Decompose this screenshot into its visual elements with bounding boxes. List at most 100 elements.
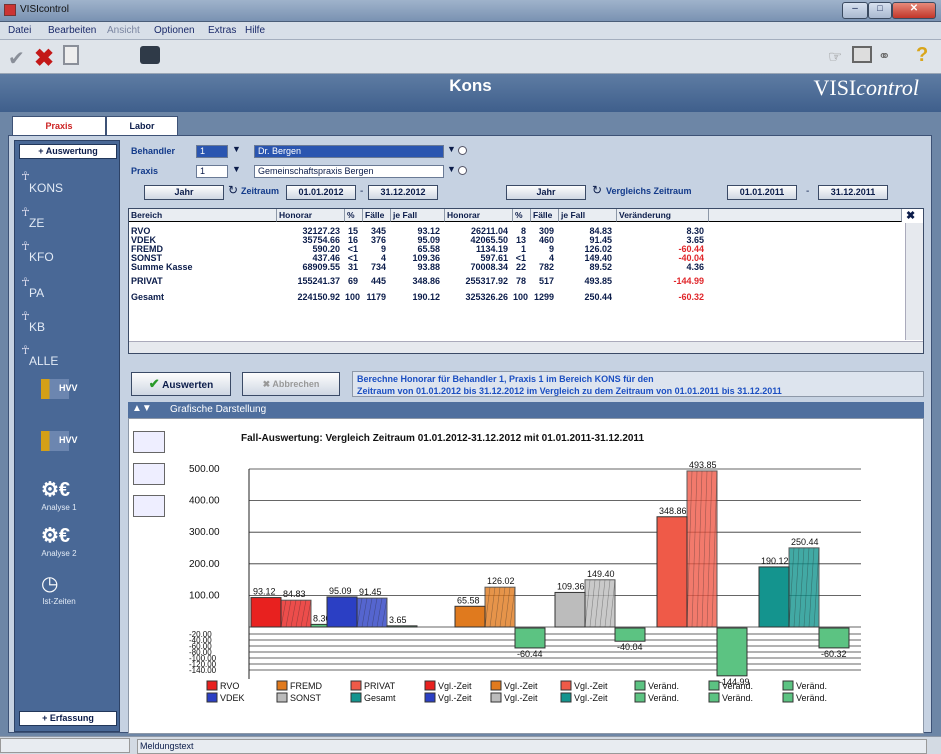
date-to-input[interactable]: 31.12.2012 xyxy=(368,185,438,200)
menu-extras[interactable]: Extras xyxy=(208,25,236,36)
erfassung-button[interactable]: + Erfassung xyxy=(19,711,117,726)
sidebar-item-hvv-1[interactable]: HVV xyxy=(15,379,121,419)
behandler-name-select[interactable]: Dr. Bergen xyxy=(254,145,444,158)
legend-swatch xyxy=(276,680,288,691)
table-row[interactable]: Summe Kasse 68909.55 31 734 93.88 70008.34 22 7… xyxy=(129,263,905,273)
menu-datei[interactable]: Datei xyxy=(8,25,31,36)
close-button[interactable]: ✕ xyxy=(892,2,936,19)
table-cell: 70008.34 xyxy=(470,262,508,272)
vertical-scrollbar[interactable] xyxy=(905,223,923,340)
table-row[interactable]: PRIVAT 155241.37 69 445 348.86 255317.92 78 517… xyxy=(129,277,905,287)
check-icon: ✔ xyxy=(148,376,160,391)
auswerten-button[interactable]: ✔ Auswerten xyxy=(131,372,231,396)
legend-swatch xyxy=(560,692,572,703)
col-header[interactable]: Fälle xyxy=(531,209,559,222)
page-header: Kons VISIcontrol xyxy=(0,74,941,112)
hand-icon[interactable]: ☞ xyxy=(828,47,842,67)
legend-swatch xyxy=(560,680,572,691)
sidebar-item-ze[interactable]: ☥ ZE xyxy=(15,205,121,237)
sidebar-item-alle[interactable]: ☥ ALLE xyxy=(15,343,121,375)
sidebar-item-kfo[interactable]: ☥ KFO xyxy=(15,239,121,271)
chart-title: Fall-Auswertung: Vergleich Zeitraum 01.0… xyxy=(241,433,644,444)
col-header[interactable]: Veränderung xyxy=(617,209,709,222)
jahr-button-2[interactable]: Jahr xyxy=(506,185,586,200)
window-title: VISIcontrol xyxy=(20,4,69,15)
bar-current xyxy=(250,597,282,628)
bar-current xyxy=(326,596,358,628)
close-icon: ✖ xyxy=(262,379,271,389)
col-header[interactable]: Honorar xyxy=(277,209,345,222)
graph-section-header[interactable]: ▲▼ Grafische Darstellung xyxy=(128,402,924,418)
y-tick-label: 500.00 xyxy=(189,464,220,475)
collapse-icon[interactable]: ▲▼ xyxy=(132,403,152,414)
sidebar-item-hvv-2[interactable]: HVV xyxy=(15,431,121,471)
auswertung-button[interactable]: + Auswertung xyxy=(19,144,117,159)
check-icon[interactable]: ✔ xyxy=(8,46,25,71)
horizontal-scrollbar[interactable] xyxy=(129,341,923,353)
table-cell: 255317.92 xyxy=(465,276,508,286)
table-cell: -144.99 xyxy=(673,276,704,286)
col-header[interactable]: je Fall xyxy=(391,209,445,222)
chevron-down-icon[interactable]: ▼ xyxy=(447,144,456,154)
menu-hilfe[interactable]: Hilfe xyxy=(245,25,265,36)
legend-swatch xyxy=(276,692,288,703)
col-header[interactable]: Honorar xyxy=(445,209,513,222)
praxis-number[interactable]: 1 xyxy=(196,165,228,178)
analyse-icon: ⚙€ xyxy=(41,525,71,547)
print-icon[interactable] xyxy=(852,46,872,63)
tab-praxis[interactable]: Praxis xyxy=(12,116,106,136)
document-icon[interactable] xyxy=(63,45,79,65)
menu-ansicht[interactable]: Ansicht xyxy=(107,25,140,36)
vgl-date-to-input[interactable]: 31.12.2011 xyxy=(818,185,888,200)
data-label: 250.44 xyxy=(791,537,819,547)
help-icon[interactable]: ? xyxy=(916,44,928,67)
radio-button[interactable] xyxy=(458,166,467,175)
legend-swatch xyxy=(206,680,218,691)
jahr-button[interactable]: Jahr xyxy=(144,185,224,200)
vgl-date-from-input[interactable]: 01.01.2011 xyxy=(727,185,797,200)
legend-label: Vgl.-Zeit xyxy=(504,681,538,691)
sidebar-item-analyse-1[interactable]: ⚙€ Analyse 1 xyxy=(15,477,121,517)
delete-icon[interactable]: ✖ xyxy=(34,44,54,73)
date-from-input[interactable]: 01.01.2012 xyxy=(286,185,356,200)
sidebar-item-analyse-2[interactable]: ⚙€ Analyse 2 xyxy=(15,523,121,563)
sidebar-item-ist-zeiten[interactable]: ◷ Ist-Zeiten xyxy=(15,571,121,611)
bar-current xyxy=(656,516,688,628)
glasses-icon[interactable]: ⚭ xyxy=(878,47,891,65)
legend-label: Vgl.-Zeit xyxy=(438,681,472,691)
legend-swatch xyxy=(634,680,646,691)
data-label: 126.02 xyxy=(487,576,515,586)
results-table: Bereich Honorar % Fälle je Fall Honorar … xyxy=(128,208,924,354)
col-header[interactable]: Fälle xyxy=(363,209,391,222)
maximize-button[interactable]: □ xyxy=(868,2,892,19)
sidebar: + Auswertung ☥ KONS ☥ ZE ☥ KFO ☥ PA ☥ KB… xyxy=(14,140,120,732)
sidebar-item-kb[interactable]: ☥ KB xyxy=(15,309,121,341)
abbrechen-button[interactable]: ✖ Abbrechen xyxy=(242,372,340,396)
legend-label: FREMD xyxy=(290,681,322,691)
camera-icon[interactable] xyxy=(140,46,160,64)
sidebar-item-pa[interactable]: ☥ PA xyxy=(15,275,121,307)
table-cell: 4.36 xyxy=(686,262,704,272)
menu-optionen[interactable]: Optionen xyxy=(154,25,195,36)
menu-bearbeiten[interactable]: Bearbeiten xyxy=(48,25,96,36)
radio-button[interactable] xyxy=(458,146,467,155)
tab-labor[interactable]: Labor xyxy=(106,116,178,136)
sidebar-item-kons[interactable]: ☥ KONS xyxy=(15,167,121,199)
col-header[interactable]: Bereich xyxy=(129,209,277,222)
refresh-icon[interactable]: ↻ xyxy=(592,183,602,197)
chevron-down-icon[interactable]: ▼ xyxy=(232,164,241,174)
praxis-name-select[interactable]: Gemeinschaftspraxis Bergen xyxy=(254,165,444,178)
behandler-number[interactable]: 1 xyxy=(196,145,228,158)
refresh-icon[interactable]: ↻ xyxy=(228,183,238,197)
minimize-button[interactable]: – xyxy=(842,2,868,19)
legend-label: Gesamt xyxy=(364,693,396,703)
table-row[interactable]: Gesamt 224150.92 100 1179 190.12 325326.26 100… xyxy=(129,293,905,303)
table-cell: 325326.26 xyxy=(465,292,508,302)
col-header[interactable]: je Fall xyxy=(559,209,617,222)
legend-swatch xyxy=(350,692,362,703)
chevron-down-icon[interactable]: ▼ xyxy=(447,164,456,174)
col-header[interactable]: % xyxy=(513,209,531,222)
col-header[interactable]: % xyxy=(345,209,363,222)
chevron-down-icon[interactable]: ▼ xyxy=(232,144,241,154)
close-icon[interactable]: ✖ xyxy=(906,209,915,222)
